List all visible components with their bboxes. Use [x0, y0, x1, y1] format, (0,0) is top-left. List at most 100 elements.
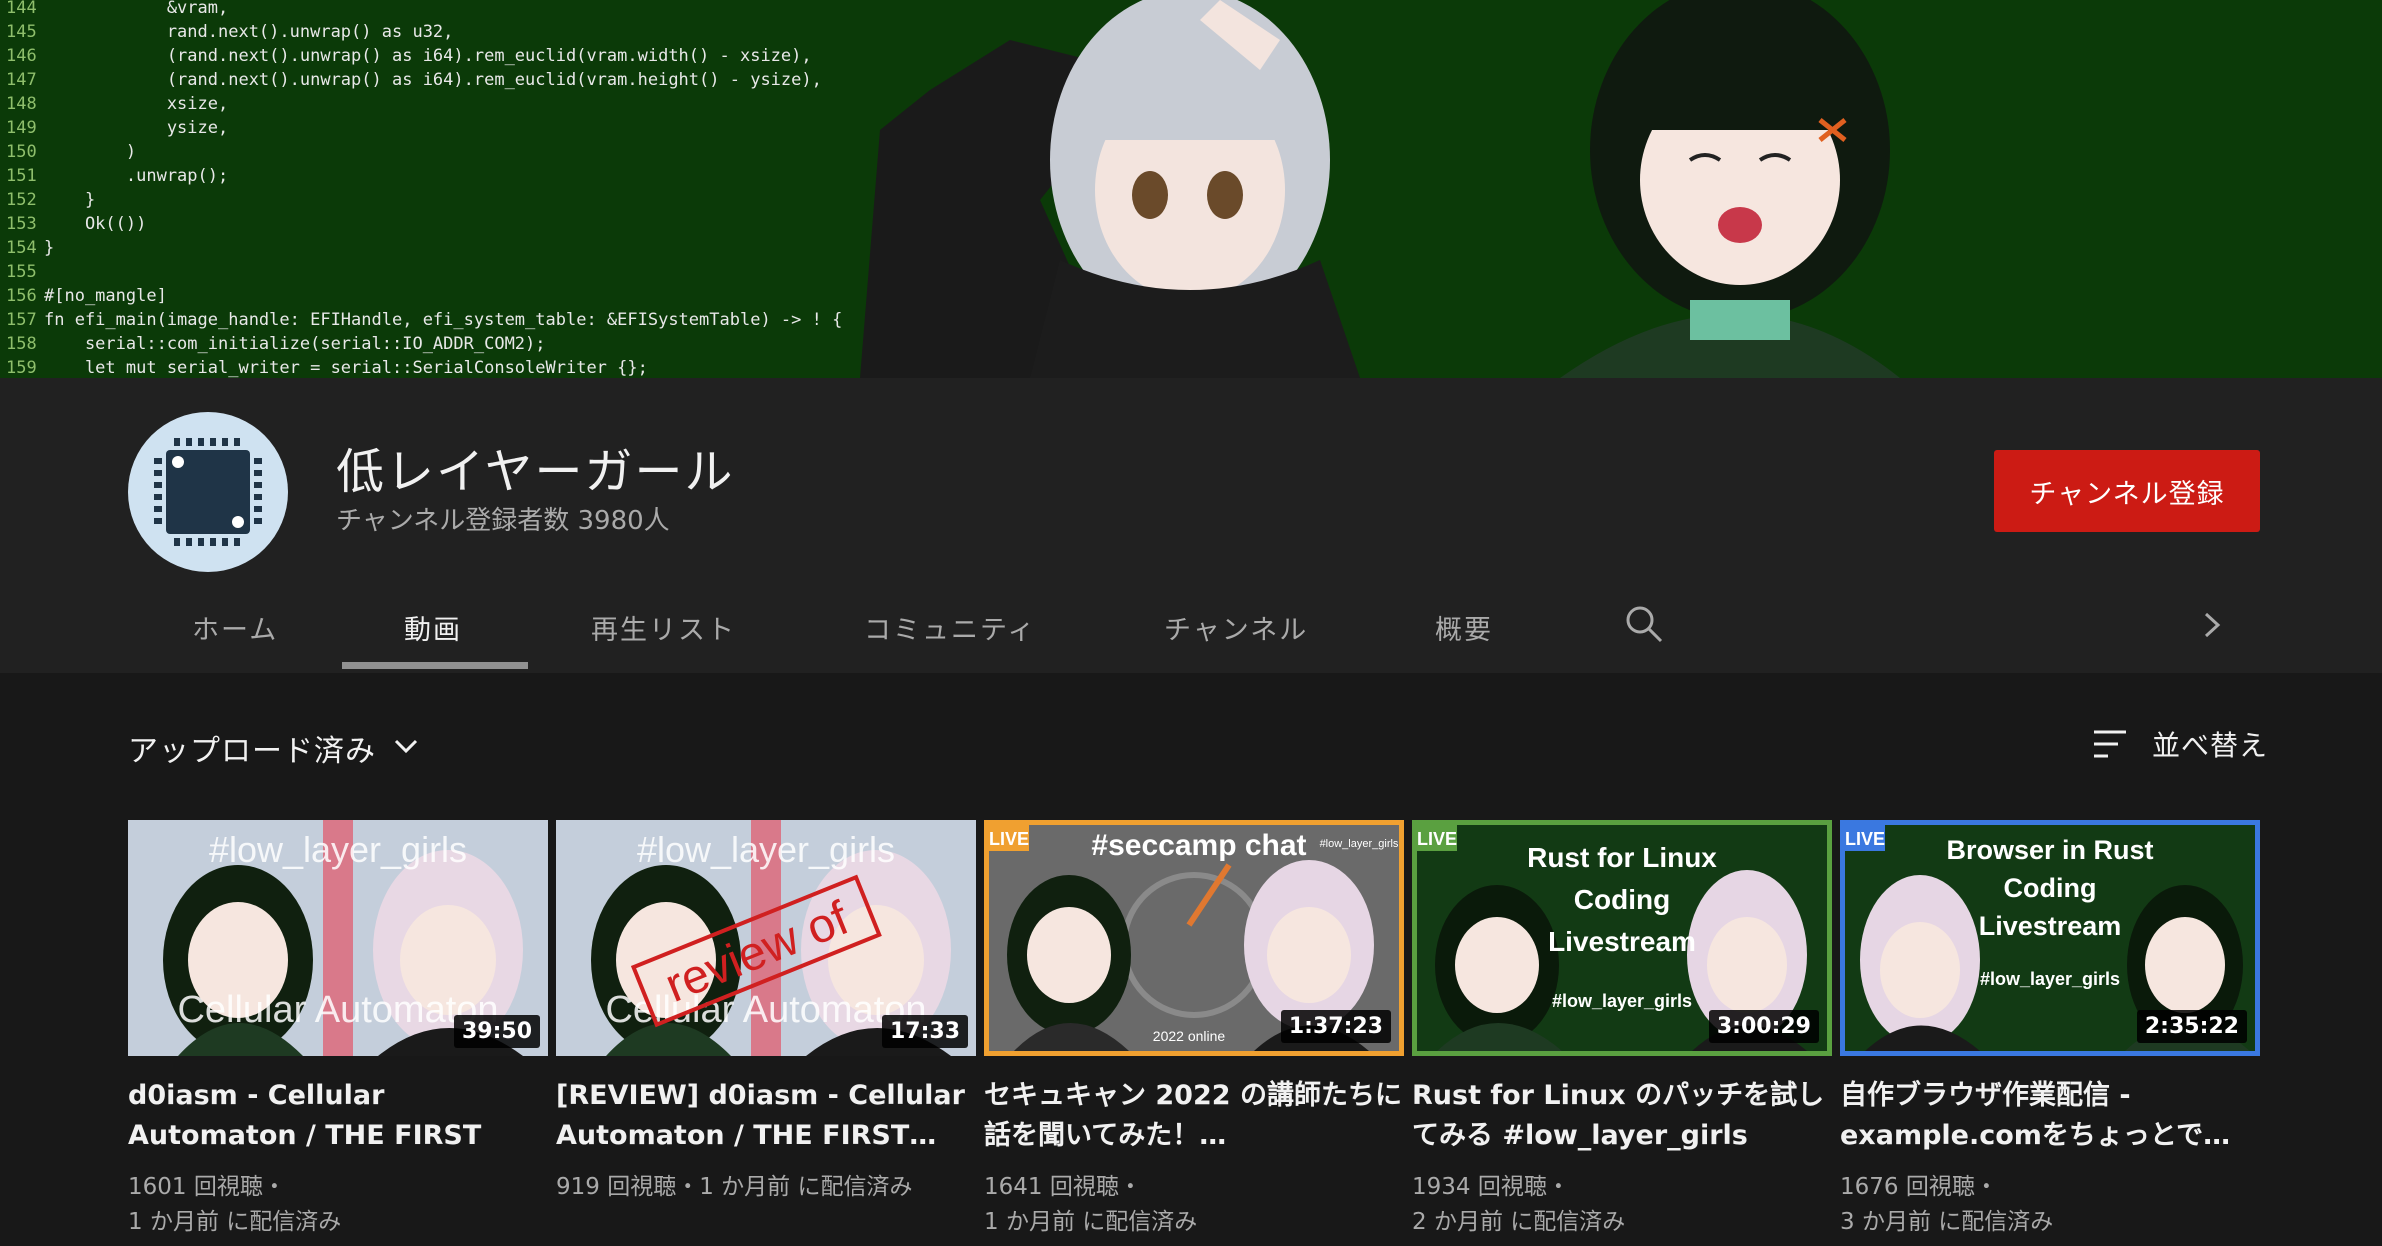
- video-meta: 919 回視聴・1 か月前 に配信済み: [556, 1170, 976, 1205]
- video-meta: 1934 回視聴・ 2 か月前 に配信済み: [1412, 1170, 1832, 1240]
- thumb-bottom-text: Cellular Automaton: [605, 989, 926, 1031]
- tab-home[interactable]: ホーム: [192, 590, 278, 673]
- code-line: 155: [0, 260, 900, 284]
- code-line: 145 rand.next().unwrap() as u32,: [0, 20, 900, 44]
- thumb-line-1: Rust for Linux: [1527, 842, 1717, 873]
- video-duration: 17:33: [881, 1015, 968, 1048]
- video-date: 1 か月前 に配信済み: [984, 1209, 1198, 1235]
- uploads-dropdown[interactable]: アップロード済み: [128, 726, 376, 770]
- code-line-number: 148: [6, 94, 37, 114]
- code-line: 147 (rand.next().unwrap() as i64).rem_eu…: [0, 68, 900, 92]
- tab-about[interactable]: 概要: [1435, 590, 1493, 673]
- code-line: 153 Ok(()): [0, 212, 900, 236]
- code-line-text: ): [44, 142, 137, 162]
- thumb-top-text: #low_layer_girls: [637, 829, 895, 870]
- code-line-text: #[no_mangle]: [44, 286, 167, 306]
- thumb-tag-text: #low_layer_girls: [1320, 838, 1399, 850]
- video-views: 1934 回視聴・: [1412, 1174, 1570, 1200]
- video-meta: 1641 回視聴・ 1 か月前 に配信済み: [984, 1170, 1404, 1240]
- video-thumbnail[interactable]: #low_layer_girls Cellular Automaton 39:5…: [128, 820, 548, 1056]
- video-thumbnail[interactable]: LIVE Browser in Rust Coding Livestream #…: [1840, 820, 2260, 1056]
- video-thumbnail[interactable]: #low_layer_girls Cellular Automaton revi…: [556, 820, 976, 1056]
- tab-community[interactable]: コミュニティ: [864, 590, 1036, 673]
- chip-icon: [154, 438, 262, 546]
- code-line-text: Ok(()): [44, 214, 147, 234]
- chevron-down-icon[interactable]: [394, 738, 418, 754]
- sort-icon[interactable]: [2092, 728, 2128, 760]
- code-line-number: 158: [6, 334, 37, 354]
- subscribe-button[interactable]: チャンネル登録: [1994, 450, 2260, 532]
- video-title[interactable]: [REVIEW] d0iasm - Cellular Automaton / T…: [556, 1076, 976, 1156]
- video-card[interactable]: #low_layer_girls Cellular Automaton revi…: [556, 820, 976, 1205]
- thumb-bottom-text: Cellular Automaton: [177, 989, 498, 1031]
- code-line-number: 155: [6, 262, 37, 282]
- code-line-text: }: [44, 238, 55, 258]
- code-line-text: .unwrap();: [44, 166, 229, 186]
- thumb-tag-text: #low_layer_girls: [1980, 969, 2120, 989]
- video-card[interactable]: LIVE Rust for Linux Coding Livestream #l…: [1412, 820, 1832, 1240]
- video-meta: 1676 回視聴・ 3 か月前 に配信済み: [1840, 1170, 2260, 1240]
- code-line-text: xsize,: [44, 94, 229, 114]
- video-date: 3 か月前 に配信済み: [1840, 1209, 2054, 1235]
- code-line: 144 &vram,: [0, 0, 900, 20]
- video-card[interactable]: LIVE #seccamp chat #low_layer_girls 2022…: [984, 820, 1404, 1240]
- video-thumbnail[interactable]: LIVE #seccamp chat #low_layer_girls 2022…: [984, 820, 1404, 1056]
- code-line-text: (rand.next().unwrap() as i64).rem_euclid…: [44, 46, 812, 66]
- video-duration: 2:35:22: [2136, 1010, 2247, 1043]
- banner-characters-illustration: [860, 0, 1900, 378]
- code-line-text: ysize,: [44, 118, 229, 138]
- channel-avatar[interactable]: [128, 412, 288, 572]
- chevron-right-icon[interactable]: [2200, 610, 2224, 640]
- thumb-line-1: Browser in Rust: [1946, 835, 2153, 865]
- thumb-top-text: #low_layer_girls: [209, 829, 467, 870]
- code-line: 156 #[no_mangle]: [0, 284, 900, 308]
- thumb-line-3: Livestream: [1548, 926, 1696, 957]
- video-title[interactable]: Rust for Linux のパッチを試してみる #low_layer_gir…: [1412, 1076, 1832, 1156]
- thumb-line-2: Coding: [2004, 873, 2097, 903]
- code-line-number: 149: [6, 118, 37, 138]
- video-views: 1676 回視聴・: [1840, 1174, 1998, 1200]
- code-line-text: let mut serial_writer = serial::SerialCo…: [44, 358, 648, 378]
- sort-button[interactable]: 並べ替え: [2152, 724, 2268, 764]
- tab-channels[interactable]: チャンネル: [1164, 590, 1308, 673]
- code-line: 157 fn efi_main(image_handle: EFIHandle, …: [0, 308, 900, 332]
- video-duration: 39:50: [453, 1015, 540, 1048]
- code-line-text: fn efi_main(image_handle: EFIHandle, efi…: [44, 310, 843, 330]
- video-date: 1 か月前 に配信済み: [128, 1209, 342, 1235]
- thumb-bottom-text: 2022 online: [1153, 1028, 1226, 1044]
- code-line-number: 152: [6, 190, 37, 210]
- active-tab-indicator: [342, 662, 528, 669]
- video-title[interactable]: セキュキャン 2022 の講師たちに話を聞いてみた！…: [984, 1076, 1404, 1156]
- code-line-text: }: [44, 190, 96, 210]
- channel-banner: 144 &vram, 145 rand.next().unwrap() as u3…: [0, 0, 2382, 378]
- search-icon[interactable]: [1624, 604, 1664, 644]
- video-views: 1641 回視聴・: [984, 1174, 1142, 1200]
- code-line: 150 ): [0, 140, 900, 164]
- video-title[interactable]: 自作ブラウザ作業配信 - example.comをちょっとで…: [1840, 1076, 2260, 1156]
- video-card[interactable]: #low_layer_girls Cellular Automaton 39:5…: [128, 820, 548, 1240]
- video-duration: 3:00:29: [1708, 1010, 1819, 1043]
- thumb-top-text: #seccamp chat: [1091, 829, 1306, 862]
- code-line-number: 145: [6, 22, 37, 42]
- video-card[interactable]: LIVE Browser in Rust Coding Livestream #…: [1840, 820, 2260, 1240]
- banner-code: 144 &vram, 145 rand.next().unwrap() as u3…: [0, 0, 900, 378]
- code-line-number: 151: [6, 166, 37, 186]
- tab-videos[interactable]: 動画: [404, 590, 462, 673]
- code-line-number: 154: [6, 238, 37, 258]
- code-line: 146 (rand.next().unwrap() as i64).rem_eu…: [0, 44, 900, 68]
- video-title[interactable]: d0iasm - Cellular Automaton / THE FIRST …: [128, 1076, 548, 1156]
- code-line: 152 }: [0, 188, 900, 212]
- code-line: 158 serial::com_initialize(serial::IO_AD…: [0, 332, 900, 356]
- code-line-number: 146: [6, 46, 37, 66]
- code-line-text: rand.next().unwrap() as u32,: [44, 22, 454, 42]
- video-thumbnail[interactable]: LIVE Rust for Linux Coding Livestream #l…: [1412, 820, 1832, 1056]
- live-badge: LIVE: [1845, 829, 1885, 849]
- code-line-text: (rand.next().unwrap() as i64).rem_euclid…: [44, 70, 822, 90]
- video-date: 2 か月前 に配信済み: [1412, 1209, 1626, 1235]
- channel-name: 低レイヤーガール: [336, 444, 735, 500]
- tab-playlists[interactable]: 再生リスト: [591, 590, 736, 673]
- code-line: 159 let mut serial_writer = serial::Seri…: [0, 356, 900, 378]
- code-line: 148 xsize,: [0, 92, 900, 116]
- code-line-number: 156: [6, 286, 37, 306]
- code-line-number: 159: [6, 358, 37, 378]
